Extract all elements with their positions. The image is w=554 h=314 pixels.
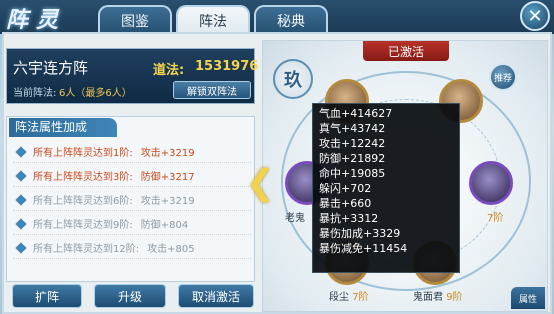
bonus-condition: 所有上阵阵灵达到1阶:: [33, 148, 133, 159]
current-formation-label: 当前阵法:: [13, 88, 57, 99]
tab-secret-book[interactable]: 秘典: [254, 5, 328, 34]
avatar-name: 老鬼: [285, 213, 305, 224]
bonus-condition: 所有上阵阵灵达到9阶:: [33, 220, 133, 231]
stat-line: 暴伤减免+11454: [319, 242, 408, 255]
bonus-row: 所有上阵阵灵达到12阶: 攻击+805: [13, 237, 251, 259]
stat-line: 气血+414627: [319, 107, 393, 120]
bonus-condition: 所有上阵阵灵达到3阶:: [33, 172, 133, 183]
power-value: 1531976: [195, 59, 259, 74]
avatar-level: 7阶: [487, 213, 504, 224]
stat-line: 暴抗+3312: [319, 212, 379, 225]
stat-line: 暴伤加成+3329: [319, 227, 401, 240]
stat-line: 躲闪+702: [319, 182, 372, 195]
stats-tooltip: 气血+414627 真气+43742 攻击+12242 防御+21892 命中+…: [312, 103, 460, 273]
bonus-row: 所有上阵阵灵达到6阶: 攻击+3219: [13, 189, 251, 211]
deactivate-button[interactable]: 取消激活: [178, 284, 254, 308]
avatar-name: 段尘 7阶: [329, 288, 369, 303]
diamond-icon: [15, 217, 27, 230]
diamond-icon: [15, 193, 27, 206]
bonus-title: 阵法属性加成: [9, 118, 117, 137]
stat-line: 防御+21892: [319, 152, 386, 165]
expand-formation-button[interactable]: 扩阵: [12, 284, 82, 308]
bonus-panel: 阵法属性加成 所有上阵阵灵达到1阶: 攻击+3219 所有上阵阵灵达到3阶: 防…: [6, 116, 255, 282]
bonus-condition: 所有上阵阵灵达到12阶:: [33, 244, 140, 255]
stat-line: 攻击+12242: [319, 137, 386, 150]
tab-formation[interactable]: 阵法: [176, 5, 250, 35]
current-formation-value: 6人（最多6人）: [59, 88, 132, 99]
activated-banner: 已激活: [363, 41, 449, 61]
bonus-row: 所有上阵阵灵达到1阶: 攻击+3219: [13, 141, 251, 163]
close-icon[interactable]: ✕: [520, 1, 550, 31]
bonus-row: 所有上阵阵灵达到9阶: 防御+804: [13, 213, 251, 235]
diamond-icon: [15, 145, 27, 158]
stat-line: 暴击+660: [319, 197, 372, 210]
diamond-icon: [15, 241, 27, 254]
bonus-effect: 攻击+3219: [140, 148, 195, 159]
avatar[interactable]: [469, 161, 513, 205]
bonus-effect: 防御+804: [140, 220, 189, 231]
bonus-effect: 攻击+3219: [140, 196, 195, 207]
bonus-condition: 所有上阵阵灵达到6阶:: [33, 196, 133, 207]
tab-atlas[interactable]: 图鉴: [98, 5, 172, 34]
avatar-name-text: 鬼面君: [413, 292, 443, 303]
formation-name: 六宇连方阵: [13, 59, 89, 77]
upgrade-button[interactable]: 升级: [94, 284, 166, 308]
unlock-dual-formation-button[interactable]: 解锁双阵法: [173, 81, 251, 99]
avatar-name: 鬼面君 9阶: [413, 288, 463, 303]
formation-seal-icon: 玖: [273, 59, 313, 99]
avatar-level: 7阶: [352, 292, 369, 303]
recommend-button[interactable]: 推荐: [489, 63, 517, 91]
stat-line: 命中+19085: [319, 167, 386, 180]
power-label: 道法:: [153, 63, 185, 78]
attributes-button[interactable]: 属性: [511, 287, 545, 309]
diamond-icon: [15, 169, 27, 182]
avatar-level: 9阶: [446, 292, 463, 303]
title-logo: 阵灵: [6, 7, 67, 33]
chevron-left-icon[interactable]: ❮: [246, 165, 275, 201]
formation-header: 六宇连方阵 道法: 1531976 当前阵法: 6人（最多6人） 解锁双阵法: [6, 48, 259, 104]
bonus-effect: 防御+3217: [140, 172, 195, 183]
avatar-name-text: 段尘: [329, 292, 349, 303]
stat-line: 真气+43742: [319, 122, 386, 135]
left-panel: 六宇连方阵 道法: 1531976 当前阵法: 6人（最多6人） 解锁双阵法 阵…: [6, 40, 259, 282]
bonus-row: 所有上阵阵灵达到3阶: 防御+3217: [13, 165, 251, 187]
bonus-effect: 攻击+805: [147, 244, 195, 255]
